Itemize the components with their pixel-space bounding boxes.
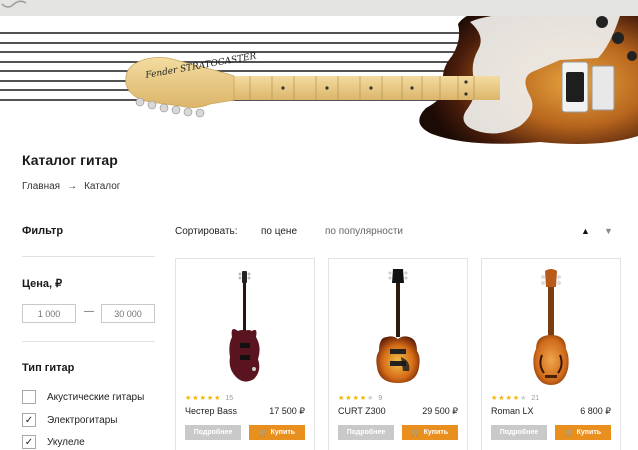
star-icon: ★ [352, 395, 359, 402]
product-rating: ★ ★ ★ ★ ★ 15 [185, 394, 234, 403]
hero-guitar-image: Fender STRATOCASTER [0, 7, 638, 144]
product-name[interactable]: Roman LX [491, 406, 534, 416]
product-price: 6 800 ₽ [580, 406, 611, 416]
buy-button-label: Купить [423, 429, 449, 436]
star-icon: ★ [338, 395, 345, 402]
filter-option-label: Укулеле [47, 436, 85, 448]
details-button[interactable]: Подробнее [338, 425, 394, 440]
review-count: 21 [531, 394, 540, 402]
site-logo-icon[interactable] [0, 0, 40, 16]
filter-option-electric[interactable]: ✓ Электрогитары [22, 413, 117, 427]
product-price: 17 500 ₽ [269, 406, 305, 416]
product-card[interactable]: ★ ★ ★ ★ ★ 9 CURT Z300 29 500 ₽ Подробнее 🛒 К… [328, 258, 468, 450]
price-max-input[interactable] [101, 304, 155, 323]
product-price: 29 500 ₽ [422, 406, 458, 416]
star-icon: ★ [192, 395, 199, 402]
filter-divider [22, 341, 155, 342]
guitar-type-filter-title: Тип гитар [22, 362, 75, 374]
filter-option-acoustic[interactable]: Акустические гитары [22, 390, 144, 404]
star-icon: ★ [491, 395, 498, 402]
filter-title: Фильтр [22, 225, 64, 237]
star-icon: ★ [345, 395, 352, 402]
star-icon: ★ [199, 395, 206, 402]
price-range-dash: — [84, 306, 94, 317]
price-filter-title: Цена, ₽ [22, 278, 63, 290]
breadcrumb-current: Каталог [84, 181, 121, 192]
page-title: Каталог гитар [22, 152, 118, 168]
checkmark-icon: ✓ [24, 414, 34, 426]
electric-guitar-sunburst-image [376, 269, 420, 383]
checkmark-icon: ✓ [24, 436, 34, 448]
star-icon: ★ [505, 395, 512, 402]
half-star-icon: ★ [214, 395, 221, 402]
buy-button[interactable]: 🛒 Купить [402, 425, 458, 440]
electric-guitar-maroon-image [229, 271, 260, 382]
product-name[interactable]: Честер Bass [185, 406, 237, 416]
product-name[interactable]: CURT Z300 [338, 406, 386, 416]
filter-option-ukulele[interactable]: ✓ Укулеле [22, 435, 85, 449]
price-min-input[interactable] [22, 304, 76, 323]
product-card[interactable]: ★ ★ ★ ★ ★ 15 Честер Bass 17 500 ₽ Подробнее … [175, 258, 315, 450]
empty-star-icon: ★ [367, 395, 374, 402]
details-button[interactable]: Подробнее [185, 425, 241, 440]
breadcrumb: Главная → Каталог [22, 181, 120, 192]
ukulele-image [533, 269, 569, 385]
filter-divider [22, 256, 155, 257]
ukulele-checkbox[interactable]: ✓ [22, 435, 36, 449]
star-icon: ★ [498, 395, 505, 402]
top-bar [0, 0, 638, 16]
filter-option-label: Электрогитары [47, 414, 118, 426]
details-button[interactable]: Подробнее [491, 425, 547, 440]
buy-button[interactable]: 🛒 Купить [555, 425, 611, 440]
buy-button[interactable]: 🛒 Купить [249, 425, 305, 440]
sort-ascending-icon[interactable]: ▲ [581, 226, 590, 236]
half-star-icon: ★ [359, 395, 367, 402]
sort-descending-icon[interactable]: ▼ [604, 226, 613, 236]
cart-icon: 🛒 [411, 429, 421, 437]
filter-option-label: Акустические гитары [47, 391, 145, 403]
star-icon: ★ [206, 395, 214, 402]
review-count: 15 [225, 394, 234, 402]
sort-label: Сортировать: [175, 226, 238, 237]
breadcrumb-arrow-icon: → [67, 181, 78, 192]
product-rating: ★ ★ ★ ★ ★ 21 [491, 394, 540, 403]
hero-banner: Fender STRATOCASTER [0, 7, 638, 146]
cart-icon: 🛒 [564, 429, 574, 437]
star-icon: ★ [512, 395, 520, 402]
buy-button-label: Купить [270, 429, 296, 436]
breadcrumb-home-link[interactable]: Главная [22, 181, 60, 192]
product-card[interactable]: ★ ★ ★ ★ ★ 21 Roman LX 6 800 ₽ Подробнее 🛒 Ку… [481, 258, 621, 450]
sort-by-price-button[interactable]: по цене [261, 226, 297, 237]
acoustic-checkbox[interactable] [22, 390, 36, 404]
star-icon: ★ [185, 395, 192, 402]
review-count: 9 [378, 394, 383, 402]
electric-checkbox[interactable]: ✓ [22, 413, 36, 427]
empty-star-icon: ★ [520, 395, 527, 402]
buy-button-label: Купить [576, 429, 602, 436]
sort-by-popularity-button[interactable]: по популярности [325, 226, 403, 237]
product-rating: ★ ★ ★ ★ ★ 9 [338, 394, 383, 403]
cart-icon: 🛒 [258, 429, 268, 437]
